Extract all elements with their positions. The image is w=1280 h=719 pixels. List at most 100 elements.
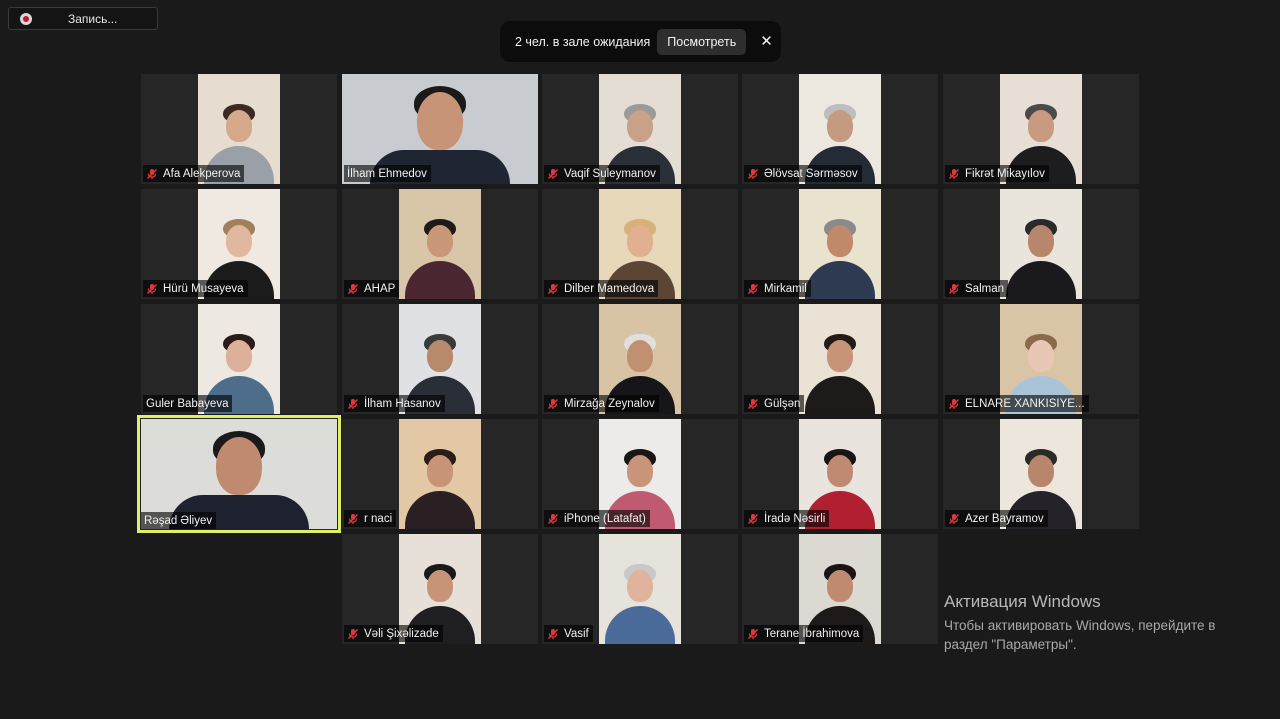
participant-tile[interactable]: Terane İbrahimova (742, 534, 938, 644)
participant-name-tag: Vaqif Suleymanov (544, 165, 660, 182)
participant-name-tag: Salman (945, 280, 1008, 297)
muted-mic-icon (747, 628, 759, 640)
participant-body (405, 261, 475, 299)
participant-tile[interactable]: Salman (943, 189, 1139, 299)
close-icon[interactable]: ✕ (760, 34, 773, 49)
muted-mic-icon (347, 398, 359, 410)
participant-tile[interactable]: iPhone (Latafat) (542, 419, 738, 529)
participant-face (627, 110, 653, 142)
participant-name-tag: Gülşən (744, 395, 805, 412)
participant-tile[interactable]: Dilber Mamedova (542, 189, 738, 299)
muted-mic-icon (747, 513, 759, 525)
participant-name-tag: Terane İbrahimova (744, 625, 864, 642)
muted-mic-icon (948, 168, 960, 180)
participant-face (216, 437, 262, 495)
participant-name: Fikrət Mikayılov (965, 167, 1045, 180)
participant-face (427, 570, 453, 602)
participant-video (1000, 189, 1082, 299)
participant-face (827, 225, 853, 257)
participant-name: Vasif (564, 627, 589, 640)
participant-name: AHAP (364, 282, 396, 295)
participant-name-tag: İlham Hasanov (344, 395, 445, 412)
record-icon (20, 12, 32, 25)
muted-mic-icon (347, 283, 359, 295)
participant-body (405, 491, 475, 529)
recording-indicator[interactable]: Запись... (8, 7, 158, 30)
participant-name-tag: iPhone (Latafat) (544, 510, 650, 527)
participant-tile[interactable]: Vaqif Suleymanov (542, 74, 738, 184)
participant-tile[interactable]: Fikrət Mikayılov (943, 74, 1139, 184)
participant-name: İlham Hasanov (364, 397, 441, 410)
participant-tile[interactable]: AHAP (342, 189, 538, 299)
participant-face (827, 110, 853, 142)
muted-mic-icon (547, 168, 559, 180)
participant-face (427, 455, 453, 487)
muted-mic-icon (547, 283, 559, 295)
activation-subtitle: Чтобы активировать Windows, перейдите в … (944, 618, 1216, 652)
participant-body (605, 606, 675, 644)
participant-tile[interactable]: İlham Hasanov (342, 304, 538, 414)
muted-mic-icon (747, 283, 759, 295)
participant-name: iPhone (Latafat) (564, 512, 646, 525)
participant-face (627, 340, 653, 372)
participant-tile[interactable]: İradə Nəsirli (742, 419, 938, 529)
participant-tile[interactable]: Hürü Musayeva (141, 189, 337, 299)
view-waiting-room-button[interactable]: Посмотреть (657, 28, 747, 55)
participant-tile[interactable]: Guler Babayeva (141, 304, 337, 414)
muted-mic-icon (948, 283, 960, 295)
participant-name-tag: Dilber Mamedova (544, 280, 659, 297)
muted-mic-icon (747, 168, 759, 180)
participant-face (226, 225, 252, 257)
participant-name: Terane İbrahimova (764, 627, 860, 640)
participant-name: Mirzağa Zeynalov (564, 397, 655, 410)
participant-face (427, 225, 453, 257)
participant-face (226, 340, 252, 372)
participant-face (827, 455, 853, 487)
recording-label: Запись... (68, 11, 118, 26)
participant-tile[interactable]: r naci (342, 419, 538, 529)
participant-tile[interactable]: İlham Ehmedov (342, 74, 538, 184)
participant-face (827, 340, 853, 372)
participant-name-tag: İradə Nəsirli (744, 510, 830, 527)
participant-tile[interactable]: Mirzağa Zeynalov (542, 304, 738, 414)
participant-name: Vaqif Suleymanov (564, 167, 656, 180)
participant-name-tag: ELNARE XANKISIYE... (945, 395, 1089, 412)
participant-name: Vəli Şixəlizade (364, 627, 439, 640)
participant-tile[interactable]: Vasif (542, 534, 738, 644)
waiting-room-text: 2 чел. в зале ожидания (515, 34, 651, 49)
participant-name: İlham Ehmedov (347, 167, 427, 180)
participant-tile[interactable]: Azer Bayramov (943, 419, 1139, 529)
participant-name: Hürü Musayeva (163, 282, 244, 295)
participant-tile[interactable]: Vəli Şixəlizade (342, 534, 538, 644)
muted-mic-icon (547, 513, 559, 525)
muted-mic-icon (146, 283, 158, 295)
participant-name-tag: Hürü Musayeva (143, 280, 248, 297)
participant-tile[interactable]: Gülşən (742, 304, 938, 414)
muted-mic-icon (948, 398, 960, 410)
participant-name-tag: Azer Bayramov (945, 510, 1048, 527)
participant-name-tag: AHAP (344, 280, 400, 297)
participant-tile[interactable]: Mirkamil (742, 189, 938, 299)
participant-tile[interactable]: Afa Alekperova (141, 74, 337, 184)
participant-name-tag: Vasif (544, 625, 593, 642)
participant-name-tag: Fikrət Mikayılov (945, 165, 1049, 182)
participant-name-tag: Vəli Şixəlizade (344, 625, 443, 642)
participant-name-tag: Afa Alekperova (143, 165, 245, 182)
participant-body (805, 376, 875, 414)
participant-name: r naci (364, 512, 393, 525)
participant-name: Afa Alekperova (163, 167, 241, 180)
participant-name: Mirkamil (764, 282, 807, 295)
participant-tile[interactable]: ELNARE XANKISIYE... (943, 304, 1139, 414)
muted-mic-icon (547, 398, 559, 410)
participant-name: Dilber Mamedova (564, 282, 655, 295)
participant-name: ELNARE XANKISIYE... (965, 397, 1085, 410)
participant-tile[interactable]: Əlövsat Sərməsov (742, 74, 938, 184)
participant-name-tag: İlham Ehmedov (344, 165, 431, 182)
participant-name: İradə Nəsirli (764, 512, 826, 525)
windows-activation-watermark: Активация Windows Чтобы активировать Win… (944, 592, 1244, 654)
participant-name-tag: Guler Babayeva (143, 395, 233, 412)
muted-mic-icon (747, 398, 759, 410)
activation-title: Активация Windows (944, 592, 1101, 611)
participant-tile[interactable]: Rəşad Əliyev (137, 415, 341, 533)
participant-face (627, 455, 653, 487)
